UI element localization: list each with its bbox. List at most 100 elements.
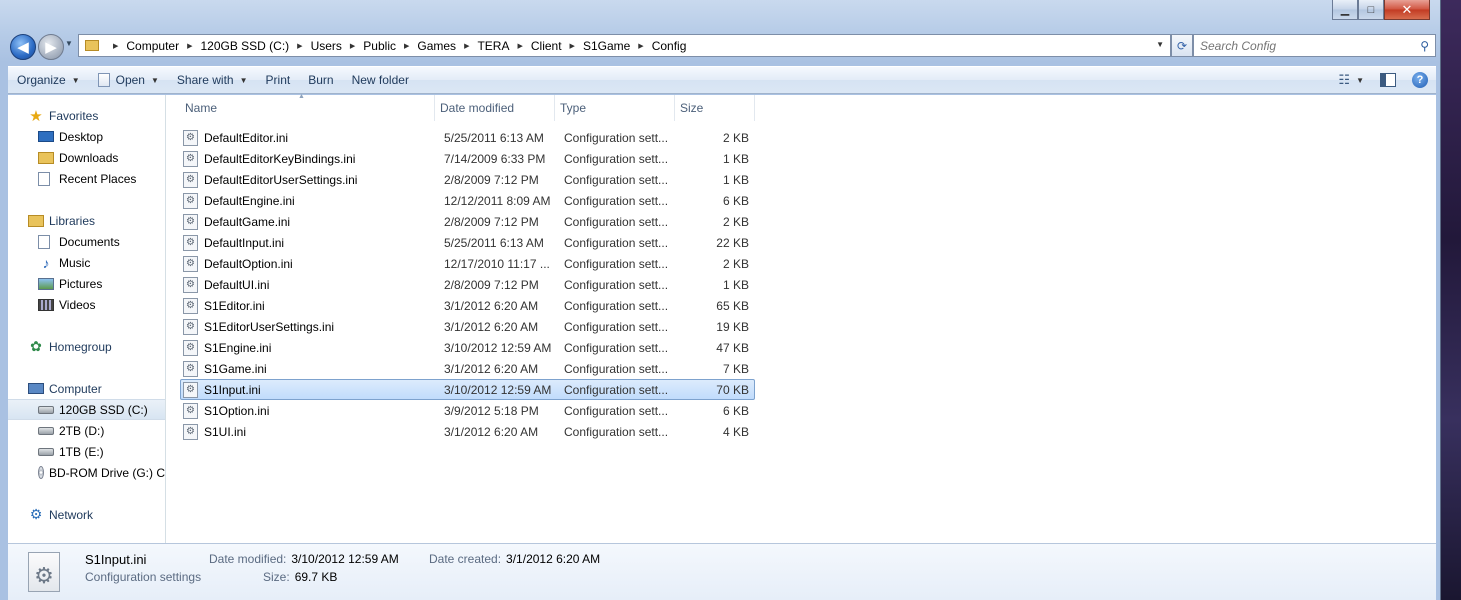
views-dropdown-icon[interactable]: ▼: [1356, 76, 1364, 85]
column-header-date-modified[interactable]: Date modified: [435, 95, 555, 121]
nav-network[interactable]: ⚙ Network: [8, 504, 165, 525]
breadcrumb-drive[interactable]: 120GB SSD (C:): [200, 39, 289, 53]
chevron-right-icon[interactable]: ▶: [638, 42, 643, 50]
nav-label: Downloads: [59, 150, 119, 165]
nav-label: Music: [59, 255, 91, 270]
details-file-name: S1Input.ini: [85, 552, 147, 567]
nav-label: Recent Places: [59, 171, 137, 186]
preview-pane-icon[interactable]: [1380, 73, 1396, 87]
breadcrumb-config[interactable]: Config: [652, 39, 687, 53]
chevron-right-icon[interactable]: ▶: [517, 42, 522, 50]
search-icon[interactable]: ⚲: [1420, 39, 1429, 53]
file-name-cell: ⚙ DefaultUI.ini: [181, 276, 436, 293]
file-row[interactable]: ⚙ DefaultEditor.ini 5/25/2011 6:13 AM Confi…: [180, 127, 755, 148]
file-row[interactable]: ⚙ DefaultEditorUserSettings.ini 2/8/2009 7…: [180, 169, 755, 190]
chevron-right-icon[interactable]: ▶: [297, 42, 302, 50]
nav-drive-e[interactable]: 1TB (E:): [8, 441, 165, 462]
organize-button[interactable]: Organize ▼: [8, 67, 89, 93]
file-name-cell: ⚙ S1Option.ini: [181, 402, 436, 419]
nav-drive-g[interactable]: BD-ROM Drive (G:) C: [8, 462, 165, 483]
breadcrumb-public[interactable]: Public: [363, 39, 396, 53]
file-row[interactable]: ⚙ DefaultEditorKeyBindings.ini 7/14/2009 6…: [180, 148, 755, 169]
nav-recent-places[interactable]: Recent Places: [8, 168, 165, 189]
nav-downloads[interactable]: Downloads: [8, 147, 165, 168]
file-name: S1Editor.ini: [204, 298, 265, 313]
nav-videos[interactable]: Videos: [8, 294, 165, 315]
breadcrumb-games[interactable]: Games: [417, 39, 456, 53]
nav-music[interactable]: ♪ Music: [8, 252, 165, 273]
breadcrumb-s1game[interactable]: S1Game: [583, 39, 630, 53]
file-name-cell: ⚙ DefaultEditorKeyBindings.ini: [181, 150, 436, 167]
file-row[interactable]: ⚙ S1Game.ini 3/1/2012 6:20 AM Configuration…: [180, 358, 755, 379]
burn-button[interactable]: Burn: [299, 67, 342, 93]
file-name: DefaultOption.ini: [204, 256, 293, 271]
file-type: Configuration sett...: [564, 298, 669, 313]
chevron-right-icon[interactable]: ▶: [187, 42, 192, 50]
nav-drive-d[interactable]: 2TB (D:): [8, 420, 165, 441]
file-name: S1Engine.ini: [204, 340, 272, 355]
nav-favorites[interactable]: ★ Favorites: [8, 105, 165, 126]
chevron-right-icon[interactable]: ▶: [464, 42, 469, 50]
address-bar[interactable]: ▶ Computer ▶ 120GB SSD (C:) ▶ Users ▶ Publi…: [78, 34, 1171, 57]
recent-pages-chevron-icon[interactable]: ▼: [65, 39, 73, 48]
change-view-icon[interactable]: ☷: [1338, 72, 1350, 88]
minimize-button[interactable]: ▁: [1332, 0, 1358, 20]
back-button[interactable]: ◀: [10, 34, 36, 60]
chevron-right-icon[interactable]: ▶: [404, 42, 409, 50]
print-button[interactable]: Print: [257, 67, 300, 93]
file-name-cell: ⚙ S1EditorUserSettings.ini: [181, 318, 436, 335]
new-folder-button[interactable]: New folder: [343, 67, 418, 93]
share-with-button[interactable]: Share with ▼: [168, 67, 257, 93]
nav-libraries[interactable]: Libraries: [8, 210, 165, 231]
nav-desktop[interactable]: Desktop: [8, 126, 165, 147]
file-row[interactable]: ⚙ DefaultUI.ini 2/8/2009 7:12 PM Configurat…: [180, 274, 755, 295]
nav-computer[interactable]: Computer: [8, 378, 165, 399]
file-type: Configuration sett...: [564, 172, 669, 187]
file-row[interactable]: ⚙ S1UI.ini 3/1/2012 6:20 AM Configuration s…: [180, 421, 755, 442]
file-row[interactable]: ⚙ S1Input.ini 3/10/2012 12:59 AM Configurat…: [180, 379, 755, 400]
file-date: 3/1/2012 6:20 AM: [444, 298, 539, 313]
file-row[interactable]: ⚙ S1Engine.ini 3/10/2012 12:59 AM Configura…: [180, 337, 755, 358]
file-size: 2 KB: [722, 130, 749, 145]
navigation-bar: ◀ ▶ ▼ ▶ Computer ▶ 120GB SSD (C:) ▶ Users ▶…: [8, 31, 1436, 61]
help-icon[interactable]: ?: [1412, 72, 1428, 88]
close-button[interactable]: ✕: [1384, 0, 1430, 20]
nav-homegroup[interactable]: ✿ Homegroup: [8, 336, 165, 357]
file-row[interactable]: ⚙ S1Option.ini 3/9/2012 5:18 PM Configurati…: [180, 400, 755, 421]
disc-icon: [38, 466, 44, 479]
forward-button[interactable]: ▶: [38, 34, 64, 60]
refresh-icon: ⟳: [1176, 38, 1188, 53]
breadcrumb-client[interactable]: Client: [531, 39, 562, 53]
nav-documents[interactable]: Documents: [8, 231, 165, 252]
file-date: 5/25/2011 6:13 AM: [444, 130, 544, 145]
file-row[interactable]: ⚙ DefaultEngine.ini 12/12/2011 8:09 AM Conf…: [180, 190, 755, 211]
chevron-right-icon[interactable]: ▶: [570, 42, 575, 50]
search-input[interactable]: [1200, 38, 1415, 53]
file-type: Configuration sett...: [564, 424, 669, 439]
breadcrumb-computer[interactable]: Computer: [126, 39, 179, 53]
breadcrumb-tera[interactable]: TERA: [477, 39, 509, 53]
maximize-button[interactable]: □: [1358, 0, 1384, 20]
column-header-size[interactable]: Size: [675, 95, 755, 121]
file-row[interactable]: ⚙ S1Editor.ini 3/1/2012 6:20 AM Configurati…: [180, 295, 755, 316]
breadcrumb-users[interactable]: Users: [311, 39, 342, 53]
chevron-right-icon[interactable]: ▶: [350, 42, 355, 50]
file-type: Configuration sett...: [564, 403, 669, 418]
details-label: Size:: [263, 570, 290, 584]
star-icon: ★: [29, 107, 43, 125]
open-button[interactable]: Open ▼: [89, 67, 168, 93]
nav-pictures[interactable]: Pictures: [8, 273, 165, 294]
file-row[interactable]: ⚙ DefaultInput.ini 5/25/2011 6:13 AM Config…: [180, 232, 755, 253]
settings-file-icon: ⚙: [183, 339, 198, 356]
column-header-type[interactable]: Type: [555, 95, 675, 121]
file-name: S1UI.ini: [204, 424, 247, 439]
chevron-right-icon[interactable]: ▶: [113, 42, 118, 50]
column-header-name[interactable]: Name ▲: [180, 93, 435, 121]
file-row[interactable]: ⚙ DefaultOption.ini 12/17/2010 11:17 ... Co…: [180, 253, 755, 274]
address-dropdown-icon[interactable]: ▼: [1156, 40, 1164, 49]
nav-drive-c[interactable]: 120GB SSD (C:): [8, 399, 165, 420]
file-row[interactable]: ⚙ S1EditorUserSettings.ini 3/1/2012 6:20 A…: [180, 316, 755, 337]
refresh-button[interactable]: ⟳: [1171, 34, 1193, 57]
file-row[interactable]: ⚙ DefaultGame.ini 2/8/2009 7:12 PM Configur…: [180, 211, 755, 232]
file-name: S1Option.ini: [204, 403, 270, 418]
